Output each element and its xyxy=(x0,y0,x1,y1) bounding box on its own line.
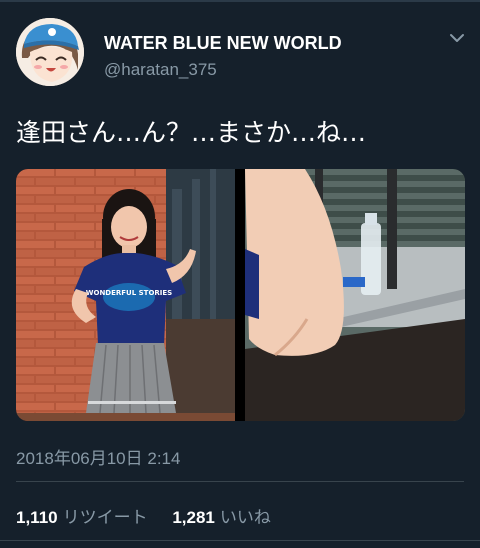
like-count: 1,281 xyxy=(172,508,215,527)
chevron-down-icon[interactable] xyxy=(446,30,468,46)
shirt-print: WONDERFUL STORIES xyxy=(86,289,172,297)
media-grid: WONDERFUL STORIES xyxy=(16,169,465,421)
like-label: いいね xyxy=(219,508,271,527)
like-stat[interactable]: 1,281 いいね xyxy=(172,503,271,528)
top-divider xyxy=(0,0,480,2)
tweet-photo-1[interactable]: WONDERFUL STORIES xyxy=(16,169,235,421)
stats-divider xyxy=(16,481,464,482)
author-name[interactable]: WATER BLUE NEW WORLD xyxy=(104,33,342,54)
tweet-text: 逢田さん…ん？…まさか…ね… xyxy=(16,118,367,147)
retweet-label: リツイート xyxy=(62,508,148,527)
retweet-stat[interactable]: 1,110 リツイート xyxy=(16,503,148,528)
tweet-timestamp: 2018年06月10日 2:14 xyxy=(16,449,181,468)
bottom-divider xyxy=(0,540,480,541)
avatar-illustration xyxy=(16,18,84,86)
photo-2-image xyxy=(245,169,465,421)
retweet-count: 1,110 xyxy=(16,508,58,527)
tweet-photo-2[interactable] xyxy=(245,169,465,421)
author-handle[interactable]: @haratan_375 xyxy=(104,60,217,80)
profile-avatar[interactable] xyxy=(16,18,84,86)
tweet-stats: 1,110 リツイート 1,281 いいね xyxy=(16,503,291,528)
photo-1-image: WONDERFUL STORIES xyxy=(16,169,235,421)
